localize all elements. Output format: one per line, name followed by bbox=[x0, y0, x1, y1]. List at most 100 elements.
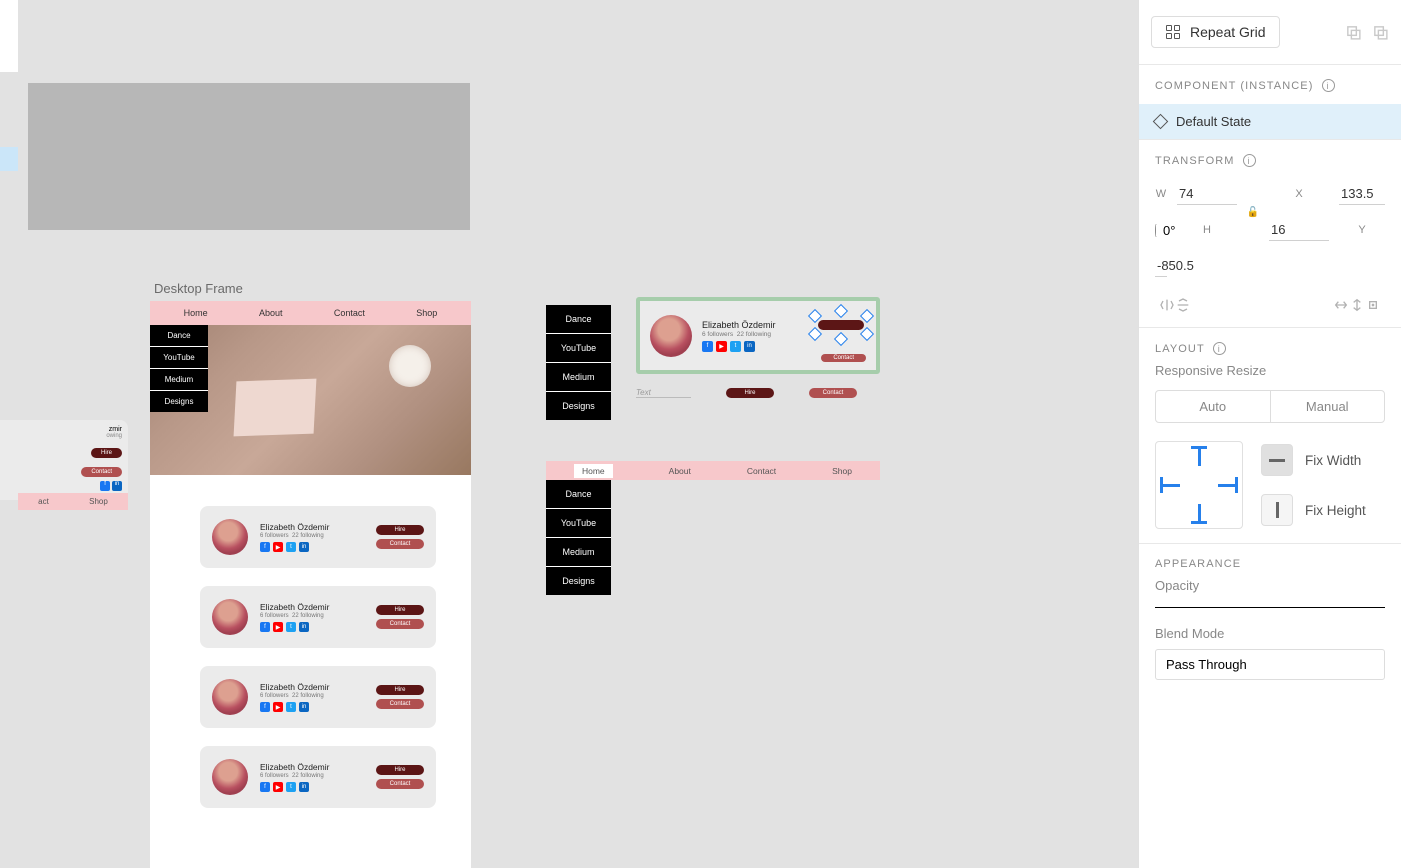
partial-nav-bar: act Shop bbox=[18, 493, 128, 510]
menu-designs[interactable]: Designs bbox=[546, 392, 611, 420]
y-input[interactable]: -850.5 bbox=[1155, 255, 1167, 277]
left-selection-highlight bbox=[0, 147, 18, 171]
menu-medium[interactable]: Medium bbox=[150, 369, 208, 391]
menu-dance[interactable]: Dance bbox=[546, 305, 611, 334]
add-icon[interactable] bbox=[1345, 24, 1362, 41]
grid-icon bbox=[1166, 25, 1180, 39]
menu-youtube[interactable]: YouTube bbox=[150, 347, 208, 369]
height-label: H bbox=[1177, 224, 1237, 236]
info-icon[interactable]: i bbox=[1322, 79, 1335, 92]
contact-button[interactable]: Contact bbox=[376, 539, 424, 549]
fix-height-toggle[interactable] bbox=[1261, 494, 1293, 526]
floating-menu-2[interactable]: Dance YouTube Medium Designs bbox=[546, 480, 611, 595]
hire-button[interactable]: Hire bbox=[91, 448, 122, 458]
nav-home[interactable]: Home bbox=[574, 464, 613, 478]
avatar bbox=[650, 315, 692, 357]
partial-nav-shop[interactable]: Shop bbox=[89, 497, 108, 506]
lock-aspect-icon[interactable]: 🔓 bbox=[1247, 207, 1259, 218]
height-input[interactable]: 16 bbox=[1269, 219, 1329, 241]
menu-medium[interactable]: Medium bbox=[546, 363, 611, 392]
appearance-title: APPEARANCE bbox=[1155, 558, 1241, 570]
flip-horizontal-icon[interactable] bbox=[1159, 297, 1175, 313]
avatar bbox=[212, 519, 248, 555]
youtube-icon[interactable]: ▶ bbox=[273, 542, 283, 552]
width-input[interactable]: 74 bbox=[1177, 183, 1237, 205]
profile-card[interactable]: Elizabeth Özdemir 6 followers 22 followi… bbox=[200, 506, 436, 568]
twitter-icon[interactable]: t bbox=[730, 341, 741, 352]
resize-handle[interactable] bbox=[834, 304, 848, 318]
menu-dance[interactable]: Dance bbox=[150, 325, 208, 347]
artboard-placeholder-gray[interactable] bbox=[28, 83, 470, 230]
linkedin-icon[interactable]: in bbox=[299, 542, 309, 552]
x-input[interactable]: 133.5 bbox=[1339, 183, 1385, 205]
info-icon[interactable]: i bbox=[1213, 342, 1226, 355]
nav-contact[interactable]: Contact bbox=[334, 308, 365, 318]
twitter-icon[interactable]: t bbox=[286, 542, 296, 552]
constraint-box[interactable] bbox=[1155, 441, 1243, 529]
align-center-icon[interactable] bbox=[1365, 297, 1381, 313]
resize-manual-tab[interactable]: Manual bbox=[1271, 391, 1385, 422]
hire-button[interactable]: Hire bbox=[726, 388, 774, 398]
nav-shop[interactable]: Shop bbox=[416, 308, 437, 318]
profile-card[interactable]: Elizabeth Özdemir 6 followers 22 followi… bbox=[200, 666, 436, 728]
x-label: X bbox=[1269, 188, 1329, 200]
contact-button[interactable]: Contact bbox=[809, 388, 857, 398]
detached-controls-row: Text Hire Contact bbox=[636, 388, 880, 398]
blend-mode-value: Pass Through bbox=[1166, 657, 1247, 672]
partial-profile-card[interactable]: zmir owing Hire Contact f in bbox=[0, 420, 128, 500]
flip-vertical-icon[interactable] bbox=[1175, 297, 1191, 313]
repeat-grid-button[interactable]: Repeat Grid bbox=[1151, 16, 1280, 48]
partial-nav-contact[interactable]: act bbox=[38, 497, 49, 506]
menu-youtube[interactable]: YouTube bbox=[546, 334, 611, 363]
menu-designs[interactable]: Designs bbox=[150, 391, 208, 412]
detached-nav-bar[interactable]: Home About Contact Shop bbox=[546, 461, 880, 480]
linkedin-icon[interactable]: in bbox=[744, 341, 755, 352]
artboard-label-desktop[interactable]: Desktop Frame bbox=[154, 281, 243, 296]
facebook-icon[interactable]: f bbox=[260, 542, 270, 552]
selection-handles[interactable] bbox=[812, 308, 870, 338]
avatar bbox=[212, 679, 248, 715]
artboard-desktop-frame[interactable]: Home About Contact Shop Dance YouTube Me… bbox=[150, 301, 471, 868]
profile-card[interactable]: Elizabeth Özdemir 6 followers 22 followi… bbox=[200, 746, 436, 808]
floating-menu-1[interactable]: Dance YouTube Medium Designs bbox=[546, 305, 611, 420]
resize-auto-tab[interactable]: Auto bbox=[1156, 391, 1271, 422]
partial-social: f in bbox=[6, 480, 122, 491]
fix-width-toggle[interactable] bbox=[1261, 444, 1293, 476]
menu-youtube[interactable]: YouTube bbox=[546, 509, 611, 538]
rotate-icon bbox=[1155, 224, 1157, 237]
subtract-icon[interactable] bbox=[1372, 24, 1389, 41]
fix-height-label: Fix Height bbox=[1305, 503, 1366, 518]
align-horizontal-icon[interactable] bbox=[1333, 297, 1349, 313]
design-canvas[interactable]: Desktop Frame Home About Contact Shop Da… bbox=[0, 0, 1138, 868]
nav-contact[interactable]: Contact bbox=[747, 466, 776, 476]
nav-shop[interactable]: Shop bbox=[832, 466, 852, 476]
partial-stat: owing bbox=[6, 433, 122, 439]
menu-dance[interactable]: Dance bbox=[546, 480, 611, 509]
opacity-slider[interactable] bbox=[1155, 607, 1385, 608]
hire-button[interactable]: Hire bbox=[376, 525, 424, 535]
nav-home[interactable]: Home bbox=[184, 308, 208, 318]
contact-button[interactable]: Contact bbox=[821, 354, 866, 362]
component-state-row[interactable]: Default State bbox=[1139, 104, 1401, 139]
nav-about[interactable]: About bbox=[259, 308, 283, 318]
menu-designs[interactable]: Designs bbox=[546, 567, 611, 595]
text-placeholder[interactable]: Text bbox=[636, 388, 691, 398]
rotation-input[interactable]: 0° bbox=[1155, 223, 1167, 238]
blend-mode-select[interactable]: Pass Through bbox=[1155, 649, 1385, 680]
info-icon[interactable]: i bbox=[1243, 154, 1256, 167]
selected-profile-card[interactable]: Elizabeth Özdemir 6 followers 22 followi… bbox=[636, 297, 880, 374]
diamond-icon bbox=[1153, 114, 1169, 130]
youtube-icon[interactable]: ▶ bbox=[716, 341, 727, 352]
transform-section: TRANSFORM i W 74 X 133.5 0° H 16 Y -850.… bbox=[1139, 139, 1401, 327]
selected-hire-pill[interactable] bbox=[818, 320, 864, 330]
menu-medium[interactable]: Medium bbox=[546, 538, 611, 567]
facebook-icon[interactable]: f bbox=[702, 341, 713, 352]
align-vertical-icon[interactable] bbox=[1349, 297, 1365, 313]
social-icons: f ▶ t in bbox=[260, 542, 364, 552]
default-state-label: Default State bbox=[1176, 114, 1251, 129]
side-menu-overlay: Dance YouTube Medium Designs bbox=[150, 325, 208, 412]
contact-button[interactable]: Contact bbox=[81, 467, 122, 477]
layout-section: LAYOUT i Responsive Resize Auto Manual F… bbox=[1139, 327, 1401, 543]
nav-about[interactable]: About bbox=[669, 466, 691, 476]
profile-card[interactable]: Elizabeth Özdemir 6 followers 22 followi… bbox=[200, 586, 436, 648]
